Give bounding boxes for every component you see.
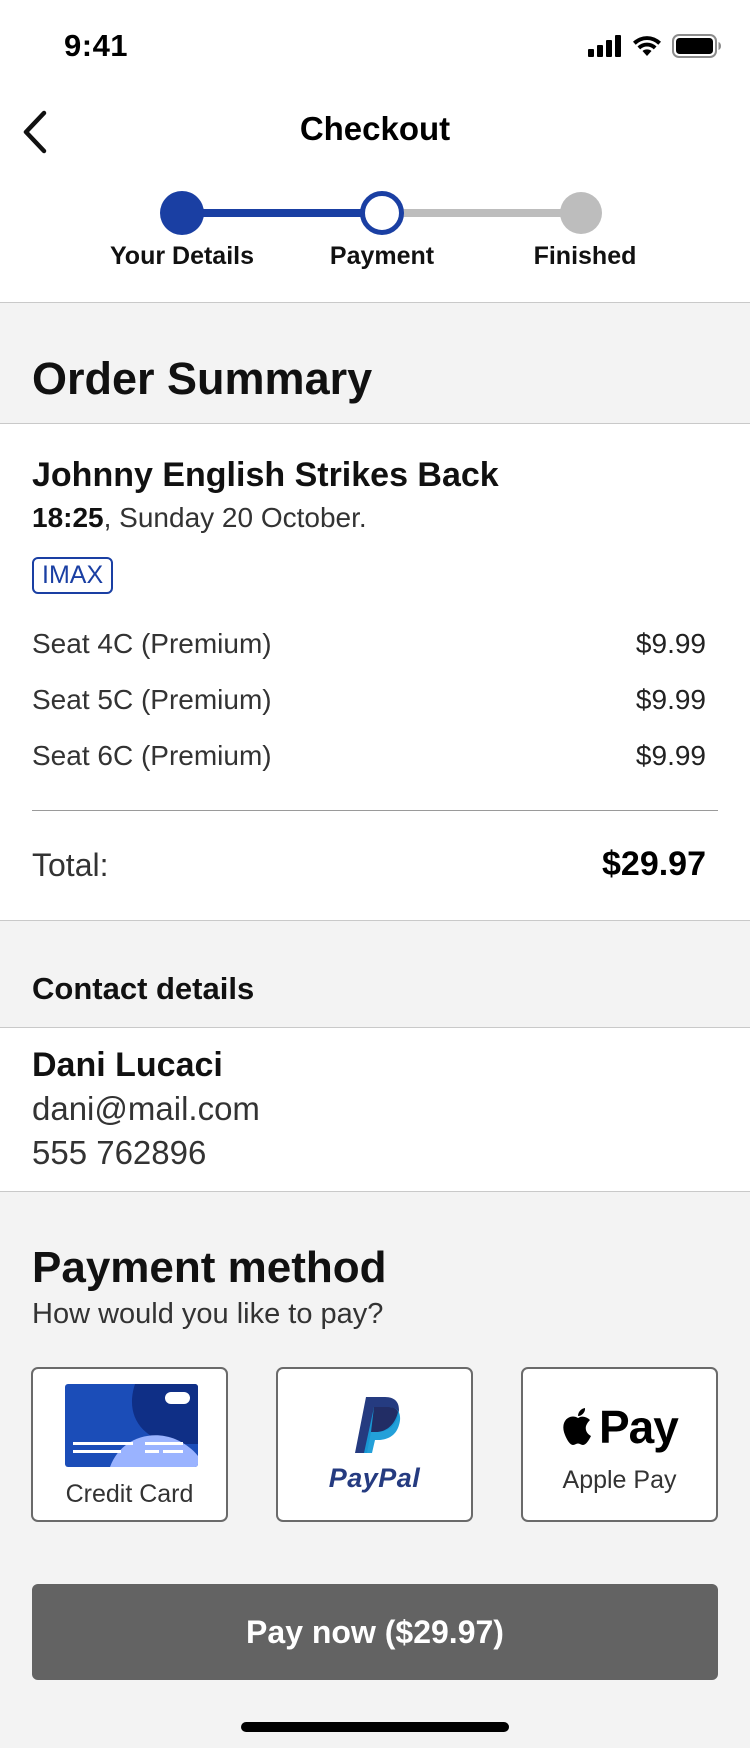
step-connector-completed bbox=[182, 209, 382, 217]
contact-details-header: Contact details bbox=[0, 921, 750, 1027]
paypal-wordmark: PayPal bbox=[278, 1463, 471, 1494]
total-divider bbox=[32, 810, 718, 811]
step-dot-finished bbox=[560, 192, 602, 234]
credit-card-icon bbox=[65, 1384, 198, 1467]
line-item-price: $9.99 bbox=[635, 740, 706, 771]
total-value: $29.97 bbox=[602, 845, 706, 883]
payment-option-apple-pay[interactable]: Pay Apple Pay bbox=[521, 1367, 718, 1522]
apple-pay-label: Apple Pay bbox=[562, 1466, 677, 1494]
line-item: Seat 4C (Premium) $9.99 bbox=[32, 628, 706, 668]
line-item-label: Seat 5C (Premium) bbox=[32, 684, 272, 715]
contact-details-title: Contact details bbox=[32, 971, 255, 1006]
credit-card-label: Credit Card bbox=[65, 1480, 194, 1508]
status-time: 9:41 bbox=[64, 28, 129, 63]
order-summary-header: Order Summary bbox=[0, 303, 750, 423]
step-dot-your-details bbox=[160, 191, 204, 235]
format-badge: IMAX bbox=[32, 557, 114, 594]
step-connector-pending bbox=[382, 209, 582, 217]
total-label: Total: bbox=[32, 847, 109, 883]
home-indicator bbox=[241, 1722, 509, 1732]
show-date: , Sunday 20 October. bbox=[103, 502, 367, 533]
contact-name: Dani Lucaci bbox=[32, 1046, 223, 1084]
step-dot-payment bbox=[360, 191, 404, 235]
payment-option-credit-card[interactable]: Credit Card bbox=[31, 1367, 228, 1522]
order-summary-title: Order Summary bbox=[32, 353, 373, 404]
line-item: Seat 6C (Premium) $9.99 bbox=[32, 740, 706, 780]
contact-email: dani@mail.com bbox=[32, 1090, 260, 1127]
pay-now-button[interactable]: Pay now ($29.97) bbox=[32, 1584, 718, 1680]
wifi-icon bbox=[633, 36, 661, 56]
page-title: Checkout bbox=[299, 110, 451, 147]
payment-option-paypal[interactable]: PayPal bbox=[276, 1367, 473, 1522]
payment-subtitle: How would you like to pay? bbox=[32, 1298, 384, 1330]
paypal-wordmark-text: PayPal bbox=[328, 1463, 421, 1493]
status-bar: 9:41 bbox=[0, 0, 750, 88]
line-item-label: Seat 4C (Premium) bbox=[32, 628, 272, 659]
step-label-finished: Finished bbox=[533, 242, 637, 270]
apple-pay-logo: Pay bbox=[561, 1401, 679, 1453]
contact-phone: 555 762896 bbox=[32, 1134, 207, 1171]
line-item-label: Seat 6C (Premium) bbox=[32, 740, 272, 771]
payment-method-title: Payment method bbox=[32, 1243, 387, 1292]
checkout-stepper: Your Details Payment Finished bbox=[0, 186, 750, 286]
cellular-signal-icon bbox=[588, 35, 621, 57]
battery-icon bbox=[672, 34, 721, 58]
paypal-logo bbox=[355, 1397, 401, 1453]
line-item: Seat 5C (Premium) $9.99 bbox=[32, 684, 706, 724]
line-item-price: $9.99 bbox=[635, 628, 706, 659]
step-label-your-details: Your Details bbox=[109, 242, 255, 270]
apple-pay-wordmark: Pay bbox=[599, 1401, 679, 1453]
apple-icon bbox=[563, 1408, 591, 1445]
show-time: 18:25 bbox=[32, 502, 104, 533]
divider bbox=[0, 1027, 750, 1028]
movie-title: Johnny English Strikes Back bbox=[32, 456, 499, 494]
divider bbox=[0, 423, 750, 424]
line-item-price: $9.99 bbox=[635, 684, 706, 715]
status-icons bbox=[588, 34, 722, 58]
showtime: 18:25, Sunday 20 October. bbox=[32, 502, 367, 534]
step-label-payment: Payment bbox=[329, 242, 435, 270]
